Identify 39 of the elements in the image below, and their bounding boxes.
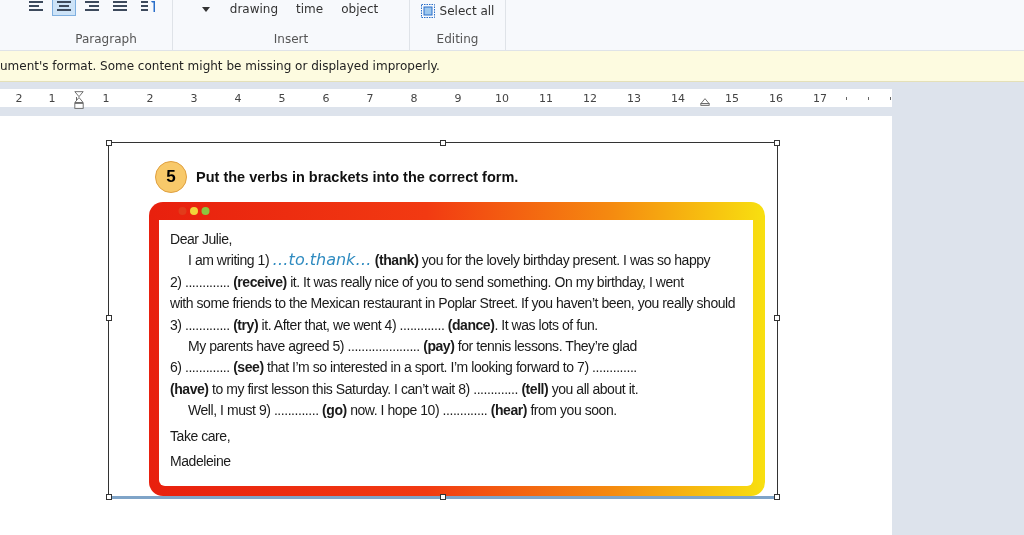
letter-text: 3) ............. (try) it. After that, we went 4) ............. (dance). It was lots of fun.: [170, 316, 598, 333]
exercise-instruction: Put the verbs in brackets into the correct form.: [196, 169, 519, 185]
insert-button[interactable]: time: [294, 2, 326, 16]
letter-text: I am writing 1): [188, 252, 271, 269]
group-label: Insert: [273, 32, 309, 46]
align-icon: [28, 0, 44, 13]
resize-handle[interactable]: [440, 140, 446, 146]
resize-handle[interactable]: [106, 140, 112, 146]
letter-text: 6) ............. (see) that I’m so interested in a sport. I’m looking forward to 7) .............: [170, 359, 637, 376]
resize-handle[interactable]: [106, 315, 112, 321]
align-center-button[interactable]: [52, 0, 76, 16]
select-all-button[interactable]: Select all: [418, 2, 497, 20]
select-all-icon: [420, 4, 435, 18]
resize-handle[interactable]: [774, 494, 780, 500]
notification-text: ument's format. Some content might be missing or displayed improperly.: [0, 59, 440, 73]
letter-text: 2) ............. (receive) it. It was really nice of you to send something. On my birthday, I went: [170, 273, 684, 290]
letter-text: My parents have agreed 5) ..................... (pay) for tennis lessons. They’re glad: [188, 338, 637, 355]
exercise-number: 5: [155, 161, 187, 193]
align-icon: [112, 0, 128, 13]
group-label: Paragraph: [75, 32, 137, 46]
handwritten-answer: …to.thank…: [272, 250, 372, 270]
align-icon: [84, 0, 100, 13]
insert-button[interactable]: object: [339, 2, 381, 16]
letter-text: (have) to my first lesson this Saturday. I can’t wait 8) ............. (tell) you all about it.: [170, 380, 639, 397]
insert-button[interactable]: drawing: [227, 2, 281, 16]
letter-text: Dear Julie,: [170, 231, 232, 247]
letter-text: (thank) you for the lovely birthday present. I was so happy: [373, 252, 711, 269]
group-label: Editing: [436, 32, 479, 46]
resize-handle[interactable]: [106, 494, 112, 500]
letter-text: Well, I must 9) ............. (go) now. I hope 10) ............. (hear) from you soon.: [188, 402, 617, 419]
align-icon: [140, 0, 156, 13]
resize-handle[interactable]: [774, 315, 780, 321]
resize-handle[interactable]: [774, 140, 780, 146]
letter-text: with some friends to the Mexican restaurant in Poplar Street. If you haven’t been, you really should: [170, 295, 736, 312]
caret-icon: [201, 6, 210, 12]
resize-handle[interactable]: [440, 494, 446, 500]
align-icon: [56, 0, 72, 13]
letter-text: Madeleine: [170, 453, 231, 470]
letter-text: Take care,: [170, 427, 231, 444]
